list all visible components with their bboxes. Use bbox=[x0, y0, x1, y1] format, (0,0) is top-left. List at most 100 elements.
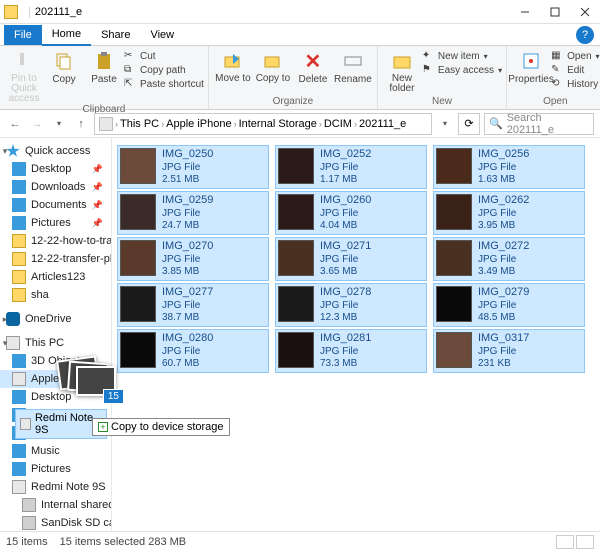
cut-button[interactable]: ✂Cut bbox=[124, 50, 204, 62]
sidebar-onedrive[interactable]: ▸OneDrive bbox=[0, 310, 111, 328]
file-item[interactable]: IMG_0250 JPG File 2.51 MB bbox=[118, 146, 268, 188]
sidebar-item[interactable]: Desktop bbox=[0, 388, 111, 406]
file-item[interactable]: IMG_0317 JPG File 231 KB bbox=[434, 330, 584, 372]
file-type: JPG File bbox=[320, 254, 371, 266]
pin-icon: 📌 bbox=[92, 218, 107, 229]
copy-path-button[interactable]: ⧉Copy path bbox=[124, 64, 204, 76]
file-size: 231 KB bbox=[478, 358, 529, 370]
folder-icon bbox=[4, 5, 18, 19]
refresh-button[interactable]: ⟳ bbox=[458, 113, 480, 135]
file-name: IMG_0279 bbox=[478, 286, 529, 299]
file-item[interactable]: IMG_0256 JPG File 1.63 MB bbox=[434, 146, 584, 188]
sidebar-item[interactable]: Apple iPhone bbox=[0, 370, 111, 388]
up-button[interactable]: ↑ bbox=[72, 115, 90, 133]
tab-share[interactable]: Share bbox=[91, 25, 140, 45]
folder-icon bbox=[12, 216, 26, 230]
file-name: IMG_0271 bbox=[320, 240, 371, 253]
thumbnail bbox=[278, 286, 314, 322]
file-item[interactable]: IMG_0270 JPG File 3.85 MB bbox=[118, 238, 268, 280]
thumbnail bbox=[278, 332, 314, 368]
thumbnail bbox=[436, 332, 472, 368]
file-item[interactable]: IMG_0279 JPG File 48.5 MB bbox=[434, 284, 584, 326]
details-view-button[interactable] bbox=[556, 535, 574, 549]
item-icon bbox=[12, 462, 26, 476]
sidebar-item[interactable]: SanDisk SD card bbox=[0, 514, 111, 531]
sidebar-item[interactable]: Desktop📌 bbox=[0, 160, 111, 178]
ribbon-tabs: File Home Share View ? bbox=[0, 24, 600, 46]
copy-to-button[interactable]: Copy to bbox=[253, 48, 293, 84]
file-item[interactable]: IMG_0259 JPG File 24.7 MB bbox=[118, 192, 268, 234]
sidebar-item[interactable]: sha bbox=[0, 286, 111, 304]
file-item[interactable]: IMG_0252 JPG File 1.17 MB bbox=[276, 146, 426, 188]
delete-button[interactable]: ✕Delete bbox=[293, 48, 333, 85]
file-item[interactable]: IMG_0262 JPG File 3.95 MB bbox=[434, 192, 584, 234]
new-item-button[interactable]: ✦New item▾ bbox=[422, 50, 502, 62]
forward-button[interactable]: → bbox=[28, 115, 46, 133]
sidebar-item[interactable]: Internal shared storage bbox=[0, 496, 111, 514]
phone-icon bbox=[20, 418, 31, 430]
maximize-button[interactable] bbox=[540, 0, 570, 24]
file-item[interactable]: IMG_0272 JPG File 3.49 MB bbox=[434, 238, 584, 280]
move-to-button[interactable]: Move to bbox=[213, 48, 253, 84]
thumbnails-view-button[interactable] bbox=[576, 535, 594, 549]
edit-button[interactable]: ✎Edit bbox=[551, 64, 599, 76]
file-item[interactable]: IMG_0260 JPG File 4.04 MB bbox=[276, 192, 426, 234]
minimize-button[interactable] bbox=[510, 0, 540, 24]
sidebar-item[interactable]: Pictures📌 bbox=[0, 214, 111, 232]
sidebar-item[interactable]: Pictures bbox=[0, 460, 111, 478]
open-button[interactable]: ▦Open▾ bbox=[551, 50, 599, 62]
file-type: JPG File bbox=[478, 300, 529, 312]
history-button[interactable]: ⟲History bbox=[551, 78, 599, 90]
sidebar-item[interactable]: Articles123 bbox=[0, 268, 111, 286]
sidebar-item[interactable]: Redmi Note 9S bbox=[0, 478, 111, 496]
easy-access-button[interactable]: ⚑Easy access▾ bbox=[422, 64, 502, 76]
recent-dropdown[interactable]: ▾ bbox=[50, 115, 68, 133]
sidebar-item[interactable]: 3D Objects bbox=[0, 352, 111, 370]
crumb[interactable]: 202111_e bbox=[359, 118, 406, 130]
back-button[interactable]: ← bbox=[6, 115, 24, 133]
file-name: IMG_0256 bbox=[478, 148, 529, 161]
thumbnail bbox=[120, 194, 156, 230]
sidebar-item[interactable]: Downloads📌 bbox=[0, 178, 111, 196]
crumb[interactable]: Apple iPhone bbox=[166, 118, 231, 130]
sidebar-item[interactable]: 12-22-transfer-photos- bbox=[0, 250, 111, 268]
file-item[interactable]: IMG_0278 JPG File 12.3 MB bbox=[276, 284, 426, 326]
crumb[interactable]: This PC bbox=[120, 118, 159, 130]
tab-view[interactable]: View bbox=[140, 25, 184, 45]
crumb[interactable]: DCIM bbox=[324, 118, 352, 130]
file-item[interactable]: IMG_0277 JPG File 38.7 MB bbox=[118, 284, 268, 326]
paste-button[interactable]: Paste bbox=[84, 48, 124, 85]
copy-button[interactable]: Copy bbox=[44, 48, 84, 85]
help-button[interactable]: ? bbox=[576, 26, 594, 44]
breadcrumb[interactable]: › This PC› Apple iPhone› Internal Storag… bbox=[94, 113, 432, 135]
file-name: IMG_0277 bbox=[162, 286, 213, 299]
file-name: IMG_0272 bbox=[478, 240, 529, 253]
file-size: 3.95 MB bbox=[478, 220, 529, 232]
sidebar-item[interactable]: Documents📌 bbox=[0, 196, 111, 214]
pin-icon: 📌 bbox=[92, 164, 107, 175]
pin-icon: 📌 bbox=[92, 182, 107, 193]
new-folder-button[interactable]: New folder bbox=[382, 48, 422, 94]
address-dropdown[interactable]: ▾ bbox=[436, 115, 454, 133]
file-name: IMG_0317 bbox=[478, 332, 529, 345]
file-item[interactable]: IMG_0280 JPG File 60.7 MB bbox=[118, 330, 268, 372]
sidebar-item[interactable]: 12-22-how-to-transfer- bbox=[0, 232, 111, 250]
sidebar-quick-access[interactable]: ▾Quick access bbox=[0, 142, 111, 160]
tab-home[interactable]: Home bbox=[42, 24, 91, 46]
sidebar-this-pc[interactable]: ▾This PC bbox=[0, 334, 111, 352]
file-item[interactable]: IMG_0281 JPG File 73.3 MB bbox=[276, 330, 426, 372]
crumb[interactable]: Internal Storage bbox=[239, 118, 317, 130]
sidebar-item[interactable]: Music bbox=[0, 442, 111, 460]
file-list[interactable]: IMG_0250 JPG File 2.51 MB IMG_0252 JPG F… bbox=[112, 138, 600, 531]
search-input[interactable]: 🔍 Search 202111_e bbox=[484, 113, 594, 135]
rename-button[interactable]: Rename bbox=[333, 48, 373, 85]
file-item[interactable]: IMG_0271 JPG File 3.65 MB bbox=[276, 238, 426, 280]
folder-icon bbox=[12, 288, 26, 302]
file-type: JPG File bbox=[162, 162, 213, 174]
pin-quick-access-button[interactable]: Pin to Quick access bbox=[4, 48, 44, 104]
close-button[interactable] bbox=[570, 0, 600, 24]
paste-shortcut-button[interactable]: ⇱Paste shortcut bbox=[124, 78, 204, 90]
tab-file[interactable]: File bbox=[4, 25, 42, 45]
folder-icon bbox=[12, 198, 26, 212]
properties-button[interactable]: Properties bbox=[511, 48, 551, 85]
